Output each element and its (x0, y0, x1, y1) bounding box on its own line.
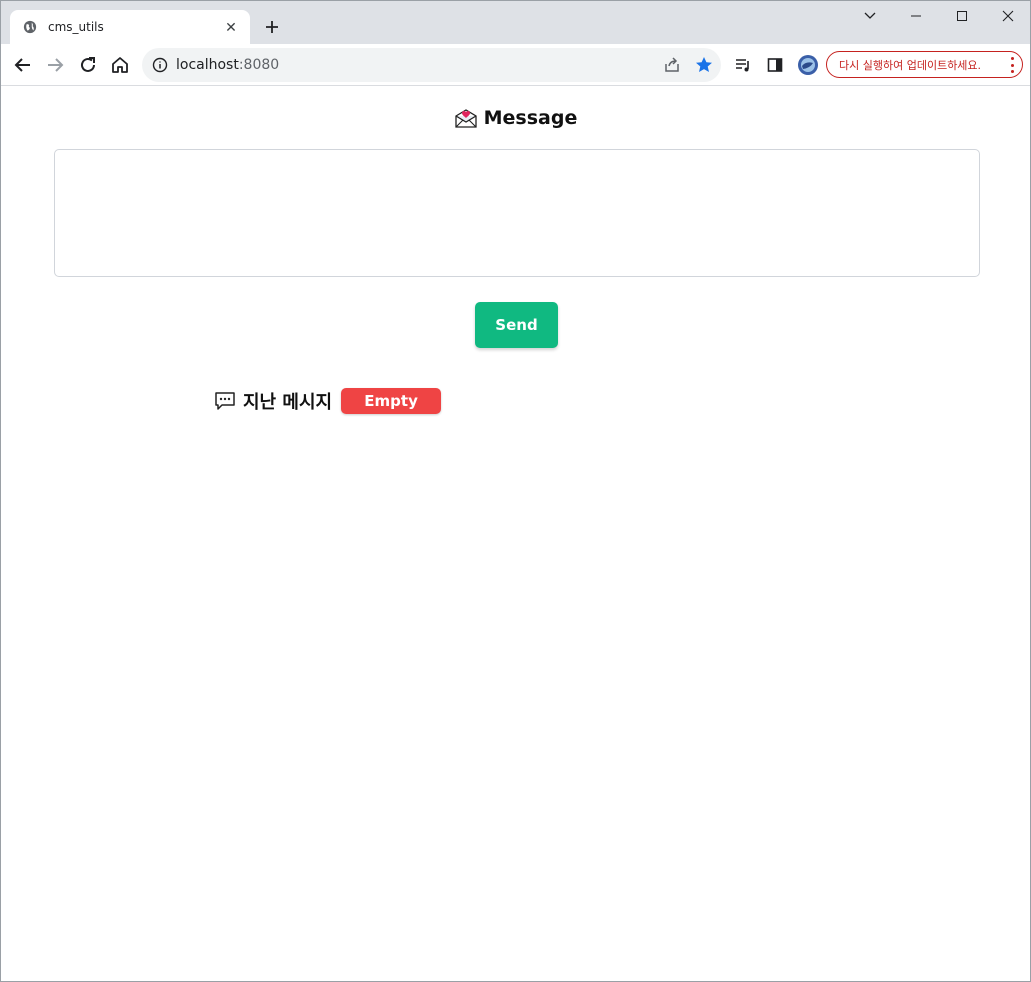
chevron-down-icon (864, 12, 876, 19)
tab-strip: cms_utils ✕ (1, 1, 1030, 44)
page-title: Message (483, 107, 578, 129)
more-vertical-icon (1010, 57, 1014, 73)
globe-icon (22, 19, 38, 35)
url-port: :8080 (238, 57, 280, 73)
maximize-button[interactable] (939, 1, 985, 31)
home-button[interactable] (106, 51, 134, 79)
tab-search-button[interactable] (847, 1, 893, 31)
minimize-button[interactable] (893, 1, 939, 31)
arrow-right-icon (48, 58, 64, 72)
browser-toolbar: localhost:8080 다시 실행하여 업데이트하세요. (1, 44, 1030, 86)
send-button[interactable]: Send (475, 302, 558, 348)
share-icon[interactable] (662, 55, 682, 75)
message-textarea[interactable] (54, 149, 980, 277)
minimize-icon (911, 15, 921, 17)
reading-list-icon (736, 59, 749, 72)
close-tab-icon[interactable]: ✕ (222, 18, 240, 36)
maximize-icon (957, 11, 967, 21)
side-panel-icon (767, 58, 783, 72)
forward-button[interactable] (41, 51, 69, 79)
page-content: Message Send 지난 메시지 Empty (1, 87, 1030, 981)
reading-list-button[interactable] (729, 51, 757, 79)
tab-cms-utils[interactable]: cms_utils ✕ (10, 10, 250, 44)
bookmark-star-icon[interactable] (694, 55, 714, 75)
update-label: 다시 실행하여 업데이트하세요. (839, 58, 982, 72)
empty-status-badge: Empty (341, 388, 442, 414)
browser-window: cms_utils ✕ localhost:8080 다시 실행하여 업데이트하… (0, 0, 1031, 982)
close-window-button[interactable] (985, 1, 1030, 31)
message-heading: Message (1, 107, 1030, 129)
close-icon (1002, 10, 1014, 22)
chat-bubble-icon (215, 392, 235, 410)
love-letter-icon (454, 109, 477, 128)
avatar-icon (798, 55, 818, 75)
back-button[interactable] (9, 51, 37, 79)
plus-icon (266, 21, 278, 33)
new-tab-button[interactable] (260, 15, 284, 39)
history-title: 지난 메시지 (243, 392, 333, 413)
address-bar[interactable]: localhost:8080 (142, 48, 721, 82)
side-panel-button[interactable] (761, 51, 789, 79)
info-icon[interactable] (152, 57, 168, 73)
tab-title: cms_utils (48, 20, 104, 34)
arrow-left-icon (14, 58, 30, 72)
profile-avatar[interactable] (794, 51, 822, 79)
reload-button[interactable] (74, 51, 102, 79)
update-relaunch-button[interactable]: 다시 실행하여 업데이트하세요. (826, 51, 1023, 78)
home-icon (112, 57, 128, 73)
message-history-header: 지난 메시지 Empty (214, 388, 442, 414)
url-text: localhost:8080 (176, 57, 279, 73)
url-host: localhost (176, 57, 239, 73)
reload-icon (81, 57, 95, 72)
